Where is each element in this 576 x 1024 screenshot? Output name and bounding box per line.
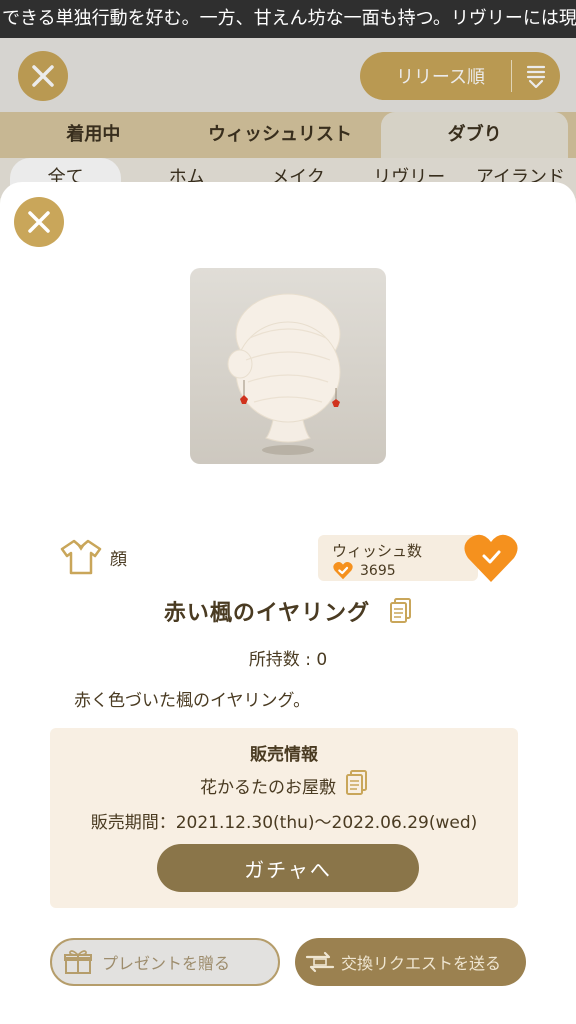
gift-icon <box>64 950 92 974</box>
exchange-request-button[interactable]: 交換リクエストを送る <box>295 938 526 986</box>
sale-shop-row: 花かるたのお屋敷 <box>50 770 518 800</box>
item-image <box>190 268 386 464</box>
sale-title: 販売情報 <box>250 745 318 765</box>
copy-name-button[interactable] <box>390 598 412 624</box>
close-icon <box>28 211 50 233</box>
exchange-icon <box>305 951 335 973</box>
shirt-icon <box>60 539 102 575</box>
wish-title: ウィッシュ数 <box>332 542 423 560</box>
wish-toggle-button[interactable] <box>462 532 520 584</box>
item-category: 顔 <box>60 539 127 575</box>
present-button[interactable]: プレゼントを贈る <box>50 938 280 986</box>
sale-info-box: 販売情報 花かるたのお屋敷 販売期間：2021.12.30(thu)～2022.… <box>50 728 518 908</box>
wish-count-box: ウィッシュ数 3695 <box>318 535 478 581</box>
copy-icon <box>346 770 367 795</box>
item-name: 赤い楓のイヤリング <box>163 601 371 626</box>
sale-period: 販売期間：2021.12.30(thu)～2022.06.29(wed) <box>90 813 478 833</box>
item-name-row: 赤い楓のイヤリング <box>0 595 576 627</box>
heart-icon <box>333 562 353 580</box>
item-description: 赤く色づいた楓のイヤリング。 <box>74 691 311 711</box>
sale-shop: 花かるたのお屋敷 <box>200 777 336 798</box>
copy-shop-button[interactable] <box>346 770 368 800</box>
heart-check-icon <box>464 534 518 582</box>
present-label: プレゼントを贈る <box>102 954 231 973</box>
wish-count: 3695 <box>360 562 396 579</box>
copy-icon <box>390 598 412 623</box>
exchange-label: 交換リクエストを送る <box>341 954 502 973</box>
modal-close-button[interactable] <box>14 197 64 247</box>
owned-count: 所持数 : 0 <box>248 650 328 670</box>
item-detail-modal: 顔 ウィッシュ数 3695 赤い楓のイヤリング 所持数 : 0 赤く色づいた楓の… <box>0 182 576 1024</box>
ticker-bar: できる単独行動を好む。一方、甘えん坊な一面も持つ。リヴリーには現 <box>0 0 576 38</box>
category-label: 顔 <box>110 549 127 570</box>
ticker-text: できる単独行動を好む。一方、甘えん坊な一面も持つ。リヴリーには現 <box>2 8 576 29</box>
gacha-button[interactable]: ガチャへ <box>157 844 419 892</box>
